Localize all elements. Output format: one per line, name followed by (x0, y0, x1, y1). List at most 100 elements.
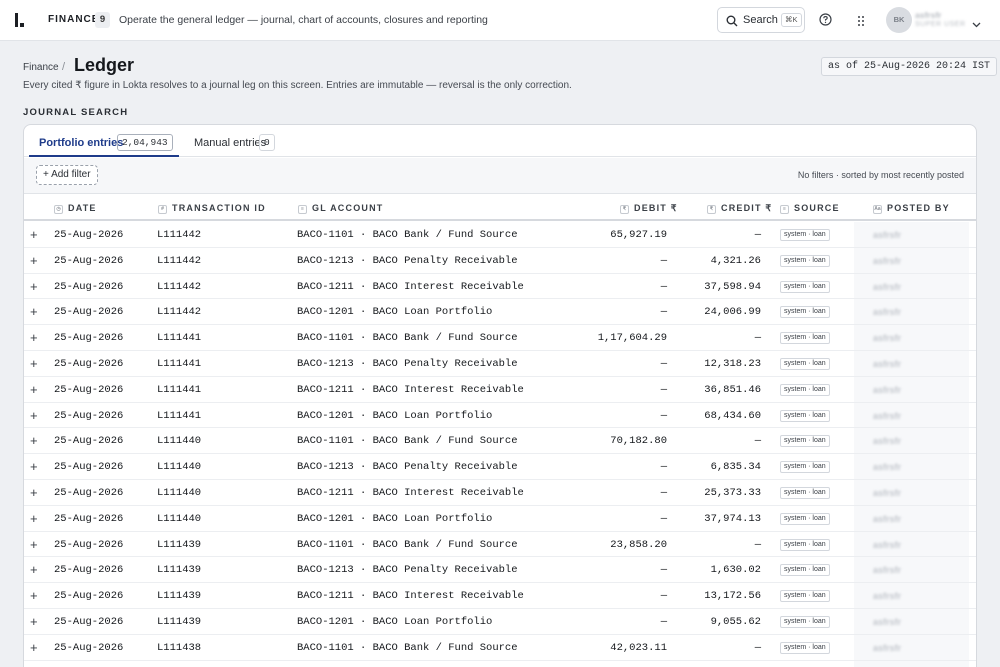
apps-menu-icon[interactable] (856, 14, 866, 32)
row-expand-icon[interactable]: + (30, 433, 38, 448)
transaction-id-cell[interactable]: L111441 (157, 358, 201, 370)
table-row[interactable]: +25-Aug-2026 L111440 BACO-1101 · BACO Bank… (24, 428, 976, 455)
gl-account-cell[interactable]: BACO-1101 · BACO Bank / Fund Source (297, 539, 518, 551)
gl-account-cell[interactable]: BACO-1201 · BACO Loan Portfolio (297, 513, 492, 525)
gl-account-cell[interactable]: BACO-1213 · BACO Penalty Receivable (297, 564, 518, 576)
debit-cell: — (660, 383, 667, 396)
gl-account-cell[interactable]: BACO-1213 · BACO Penalty Receivable (297, 358, 518, 370)
rupee-icon: ₹ (620, 205, 629, 214)
transaction-id-cell[interactable]: L111441 (157, 332, 201, 344)
gl-account-cell[interactable]: BACO-1211 · BACO Interest Receivable (297, 384, 524, 396)
row-expand-icon[interactable]: + (30, 485, 38, 500)
row-expand-icon[interactable]: + (30, 382, 38, 397)
gl-account-cell[interactable]: BACO-1213 · BACO Penalty Receivable (297, 255, 518, 267)
table-row[interactable]: +25-Aug-2026 L111439 BACO-1101 · BACO Bank… (24, 532, 976, 558)
row-expand-icon[interactable]: + (30, 614, 38, 629)
source-badge: system · loan (780, 229, 830, 241)
add-filter-button[interactable]: + Add filter (36, 165, 98, 185)
debit-cell: — (660, 254, 667, 267)
posted-by-cell: asfrsfr (873, 255, 902, 266)
search-button[interactable]: Search ⌘K (717, 7, 805, 33)
transaction-id-cell[interactable]: L111439 (157, 564, 201, 576)
row-expand-icon[interactable]: + (30, 459, 38, 474)
row-expand-icon[interactable]: + (30, 640, 38, 655)
gl-account-cell[interactable]: BACO-1101 · BACO Bank / Fund Source (297, 229, 518, 241)
posted-by-cell: asfrsfr (873, 617, 902, 627)
table-row[interactable]: +25-Aug-2026 L111441 BACO-1201 · BACO Loan… (24, 403, 976, 429)
row-expand-icon[interactable]: + (30, 304, 38, 319)
transaction-id-cell[interactable]: L111439 (157, 539, 201, 551)
row-expand-icon[interactable]: + (30, 537, 38, 552)
row-expand-icon[interactable]: + (30, 511, 38, 526)
gl-account-cell[interactable]: BACO-1101 · BACO Bank / Fund Source (297, 332, 518, 344)
gl-account-cell[interactable]: BACO-1213 · BACO Penalty Receivable (297, 461, 518, 473)
column-header-date[interactable]: ◷ DATE (54, 203, 97, 214)
table-row[interactable]: +25-Aug-2026 L111441 BACO-1101 · BACO Bank… (24, 325, 976, 351)
gl-account-cell[interactable]: BACO-1201 · BACO Loan Portfolio (297, 616, 492, 628)
gl-account-cell[interactable]: BACO-1201 · BACO Loan Portfolio (297, 410, 492, 422)
transaction-id-cell[interactable]: L111442 (157, 306, 201, 318)
table-row[interactable]: +25-Aug-2026 L111439 BACO-1211 · BACO Inte… (24, 583, 976, 609)
row-expand-icon[interactable]: + (30, 588, 38, 603)
chevron-down-icon[interactable] (972, 15, 981, 33)
transaction-id-cell[interactable]: L111438 (157, 642, 201, 654)
column-header-gl-account[interactable]: ≡ GL ACCOUNT (298, 203, 384, 214)
transaction-id-cell[interactable]: L111440 (157, 487, 201, 499)
row-expand-icon[interactable]: + (30, 562, 38, 577)
gl-account-cell[interactable]: BACO-1211 · BACO Interest Receivable (297, 487, 524, 499)
tab-manual-entries[interactable]: Manual entries 0 (184, 125, 284, 157)
row-expand-icon[interactable]: + (30, 408, 38, 423)
column-header-posted-by[interactable]: Aa POSTED BY (873, 203, 950, 214)
credit-cell: 13,172.56 (704, 590, 761, 603)
transaction-id-cell[interactable]: L111440 (157, 461, 201, 473)
list-icon: ≡ (780, 205, 789, 214)
app-logo-icon[interactable] (15, 13, 25, 27)
table-row[interactable]: +25-Aug-2026 L111438 BACO-1101 · BACO Bank… (24, 635, 976, 661)
column-header-credit[interactable]: ₹ CREDIT ₹ (707, 203, 772, 214)
table-row[interactable]: +25-Aug-2026 L111442 BACO-1201 · BACO Loan… (24, 299, 976, 326)
row-expand-icon[interactable]: + (30, 356, 38, 371)
transaction-id-cell[interactable]: L111439 (157, 616, 201, 628)
table-row[interactable]: +25-Aug-2026 L111441 BACO-1213 · BACO Pena… (24, 351, 976, 377)
transaction-id-cell[interactable]: L111441 (157, 410, 201, 422)
transaction-id-cell[interactable]: L111442 (157, 281, 201, 293)
debit-cell: 65,927.19 (610, 229, 667, 241)
breadcrumb-finance[interactable]: Finance (23, 62, 59, 73)
transaction-id-cell[interactable]: L111441 (157, 384, 201, 396)
table-row[interactable]: +25-Aug-2026 L111440 BACO-1201 · BACO Loan… (24, 506, 976, 532)
table-row[interactable]: +25-Aug-2026 L111442 BACO-1101 · BACO Bank… (24, 222, 976, 248)
tab-portfolio-entries[interactable]: Portfolio entries 2,04,943 (29, 125, 179, 157)
table-row[interactable]: +25-Aug-2026 L111440 BACO-1211 · BACO Inte… (24, 480, 976, 506)
table-row[interactable]: +25-Aug-2026 L111442 BACO-1213 · BACO Pena… (24, 248, 976, 274)
module-name[interactable]: FINANCE (48, 14, 99, 25)
row-expand-icon[interactable]: + (30, 253, 38, 268)
gl-account-cell[interactable]: BACO-1211 · BACO Interest Receivable (297, 281, 524, 293)
table-row[interactable]: +25-Aug-2026 L111440 BACO-1213 · BACO Pena… (24, 454, 976, 480)
column-header-source[interactable]: ≡ SOURCE (780, 203, 840, 214)
debit-cell: — (660, 564, 667, 577)
transaction-id-cell[interactable]: L111442 (157, 255, 201, 267)
row-expand-icon[interactable]: + (30, 330, 38, 345)
gl-account-cell[interactable]: BACO-1211 · BACO Interest Receivable (297, 590, 524, 602)
date-cell: 25-Aug-2026 (54, 616, 124, 628)
table-row[interactable]: +25-Aug-2026 L111442 BACO-1211 · BACO Inte… (24, 274, 976, 300)
transaction-id-cell[interactable]: L111440 (157, 513, 201, 525)
transaction-id-cell[interactable]: L111442 (157, 229, 201, 241)
row-expand-icon[interactable]: + (30, 227, 38, 242)
gl-account-cell[interactable]: BACO-1201 · BACO Loan Portfolio (297, 306, 492, 318)
source-badge: system · loan (780, 306, 830, 319)
user-name[interactable]: asfrsfr (915, 10, 941, 20)
column-header-debit[interactable]: ₹ DEBIT ₹ (620, 203, 678, 214)
transaction-id-cell[interactable]: L111440 (157, 435, 201, 447)
gl-account-cell[interactable]: BACO-1101 · BACO Bank / Fund Source (297, 642, 518, 654)
user-avatar[interactable]: BK (886, 7, 912, 33)
table-row[interactable]: +25-Aug-2026 L111441 BACO-1211 · BACO Inte… (24, 377, 976, 403)
help-icon[interactable] (819, 13, 832, 31)
row-expand-icon[interactable]: + (30, 279, 38, 294)
gl-account-cell[interactable]: BACO-1101 · BACO Bank / Fund Source (297, 435, 518, 447)
column-header-transaction-id[interactable]: # TRANSACTION ID (158, 203, 266, 214)
table-row[interactable]: +25-Aug-2026 L111439 BACO-1201 · BACO Loan… (24, 609, 976, 635)
posted-by-cell: asfrsfr (873, 565, 902, 576)
transaction-id-cell[interactable]: L111439 (157, 590, 201, 602)
table-row[interactable]: +25-Aug-2026 L111439 BACO-1213 · BACO Pena… (24, 557, 976, 584)
